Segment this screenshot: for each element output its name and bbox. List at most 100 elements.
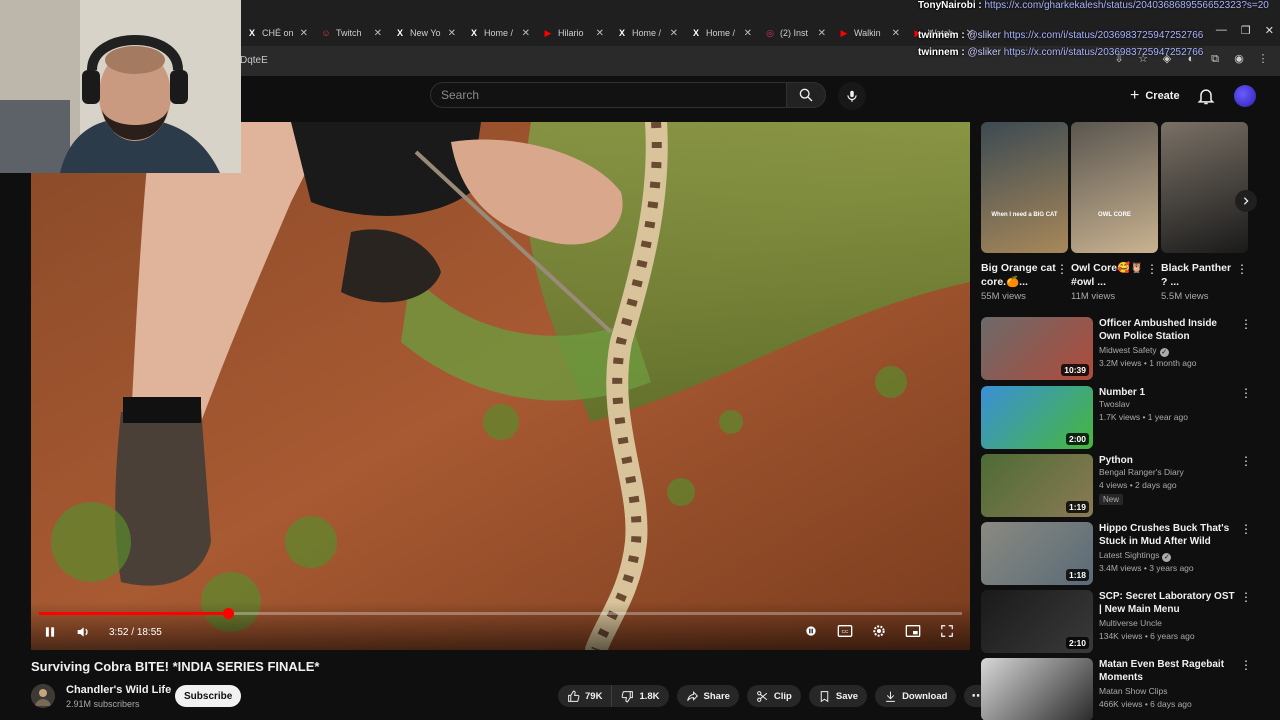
like-button[interactable]: 79K	[558, 685, 613, 707]
more-vertical-icon[interactable]: ⋮	[1240, 454, 1252, 468]
account-avatar[interactable]	[1234, 85, 1256, 107]
recommendation-channel[interactable]: Matan Show Clips	[1099, 686, 1168, 696]
browser-tab[interactable]: X CHÉ on ✕	[240, 21, 314, 45]
video-thumbnail[interactable]: 2:00	[981, 386, 1093, 449]
video-player[interactable]: 3:52 / 18:55 CC	[31, 122, 970, 650]
search-input[interactable]: Search	[430, 82, 786, 108]
tab-close-icon[interactable]: ✕	[374, 28, 382, 39]
save-button[interactable]: Save	[808, 685, 868, 707]
progress-bar[interactable]	[39, 608, 962, 619]
tab-close-icon[interactable]: ✕	[744, 28, 752, 39]
settings-gear-icon[interactable]	[870, 622, 888, 640]
recommendation-title[interactable]: Matan Even Best Ragebait Moments	[1099, 658, 1235, 684]
current-time: 3:52	[109, 626, 129, 638]
notifications-bell-icon[interactable]	[1196, 86, 1216, 106]
pause-icon[interactable]	[43, 625, 57, 639]
subscribe-button[interactable]: Subscribe	[175, 685, 242, 707]
tab-close-icon[interactable]: ✕	[670, 28, 678, 39]
webcam-frame	[0, 0, 241, 173]
recommendation-item[interactable]: 2:00 Number 1 Twoslav 1.7K views • 1 year a…	[981, 386, 1271, 452]
scrubber-handle[interactable]	[223, 608, 235, 619]
tab-close-icon[interactable]: ✕	[818, 28, 826, 39]
more-vertical-icon[interactable]: ⋮	[1240, 590, 1252, 604]
recommendation-title[interactable]: Python	[1099, 454, 1235, 467]
more-vertical-icon[interactable]: ⋮	[1236, 262, 1248, 276]
short-title[interactable]: Black Panther ? ...	[1161, 261, 1237, 289]
recommendation-item[interactable]: 1:18 Hippo Crushes Buck That's Stuck in M…	[981, 522, 1271, 588]
chat-link[interactable]: https://x.com/gharkekalesh/status/204036…	[984, 0, 1268, 11]
browser-tab[interactable]: ▶ Walkin ✕	[832, 21, 906, 45]
recommendation-item[interactable]: 1:19 Python Bengal Ranger's Diary 4 views •…	[981, 454, 1271, 520]
recommendation-title[interactable]: Officer Ambushed Inside Own Police Stati…	[1099, 317, 1235, 343]
tab-close-icon[interactable]: ✕	[892, 28, 900, 39]
video-thumbnail[interactable]: 10:39	[981, 317, 1093, 380]
short-title[interactable]: Big Orange cat core.🍊...	[981, 261, 1057, 289]
captions-icon[interactable]: CC	[836, 622, 854, 640]
chat-link[interactable]: https://x.com/i/status/20369837259472527…	[1004, 30, 1204, 41]
tab-close-icon[interactable]: ✕	[596, 28, 604, 39]
more-vertical-icon[interactable]: ⋮	[1146, 262, 1158, 276]
tab-close-icon[interactable]: ✕	[448, 28, 456, 39]
browser-tab[interactable]: X Home / ✕	[610, 21, 684, 45]
miniplayer-icon[interactable]	[904, 622, 922, 640]
recommendation-title[interactable]: SCP: Secret Laboratory OST | New Main Me…	[1099, 590, 1235, 616]
clip-button[interactable]: Clip	[746, 685, 801, 707]
short-thumbnail[interactable]	[1161, 122, 1248, 253]
tab-close-icon[interactable]: ✕	[522, 28, 530, 39]
recommendation-meta: 134K views • 6 years ago	[1099, 631, 1195, 641]
browser-tab[interactable]: X New Yo ✕	[388, 21, 462, 45]
short-thumbnail[interactable]: OWL CORE	[1071, 122, 1158, 253]
video-title: Surviving Cobra BITE! *INDIA SERIES FINA…	[31, 659, 320, 674]
more-vertical-icon[interactable]: ⋮	[1056, 262, 1068, 276]
short-item[interactable]: OWL CORE Owl Core🥰🦉#owl ... 11M views ⋮	[1071, 122, 1158, 302]
voice-search-button[interactable]	[838, 82, 866, 110]
search-button[interactable]	[786, 82, 826, 108]
channel-label: Matan Show Clips	[1099, 686, 1168, 696]
recommendation-title[interactable]: Hippo Crushes Buck That's Stuck in Mud A…	[1099, 522, 1235, 548]
recommendation-channel[interactable]: Bengal Ranger's Diary	[1099, 467, 1184, 477]
recommendation-title[interactable]: Number 1	[1099, 386, 1235, 399]
short-thumbnail[interactable]: When I need a BIG CAT	[981, 122, 1068, 253]
download-button[interactable]: Download	[875, 685, 957, 707]
fullscreen-icon[interactable]	[938, 622, 956, 640]
shorts-next-button[interactable]	[1235, 190, 1257, 212]
short-views: 55M views	[981, 291, 1026, 302]
chat-link[interactable]: https://x.com/i/status/20369837259472527…	[1004, 47, 1204, 58]
youtube-logo-icon: ▶	[840, 27, 848, 38]
browser-tab[interactable]: ☺ Twitch ✕	[314, 21, 388, 45]
dislike-button[interactable]: 1.8K	[612, 685, 669, 707]
recommendation-meta: 4 views • 2 days ago	[1099, 480, 1177, 490]
autoplay-toggle-icon[interactable]	[802, 622, 820, 640]
recommendation-channel[interactable]: Twoslav	[1099, 399, 1130, 409]
recommendation-channel[interactable]: Latest Sightings ✓	[1099, 550, 1172, 562]
recommendation-channel[interactable]: Midwest Safety ✓	[1099, 345, 1169, 357]
browser-tab[interactable]: ▶ Hilario ✕	[536, 21, 610, 45]
browser-tab[interactable]: X Home / ✕	[462, 21, 536, 45]
more-vertical-icon[interactable]: ⋮	[1240, 317, 1252, 331]
channel-avatar[interactable]	[31, 684, 55, 708]
video-thumbnail[interactable]: 2:10	[981, 590, 1093, 653]
more-vertical-icon[interactable]: ⋮	[1240, 386, 1252, 400]
browser-tab[interactable]: X Home / ✕	[684, 21, 758, 45]
browser-tab[interactable]: ◎ (2) Inst ✕	[758, 21, 832, 45]
video-thumbnail[interactable]: 1:18	[981, 522, 1093, 585]
recommendation-channel[interactable]: Multiverse Uncle	[1099, 618, 1162, 628]
share-label: Share	[703, 690, 730, 702]
video-thumbnail[interactable]	[981, 658, 1093, 720]
channel-name[interactable]: Chandler's Wild Life	[66, 684, 171, 696]
volume-icon[interactable]	[75, 624, 91, 640]
url-text[interactable]: DqteE	[240, 55, 268, 66]
recommendation-item[interactable]: 10:39 Officer Ambushed Inside Own Police …	[981, 317, 1271, 383]
short-item[interactable]: When I need a BIG CAT Big Orange cat core…	[981, 122, 1068, 302]
short-title[interactable]: Owl Core🥰🦉#owl ...	[1071, 261, 1147, 289]
recommendation-item[interactable]: Matan Even Best Ragebait Moments Matan Sh…	[981, 658, 1271, 720]
share-button[interactable]: Share	[676, 685, 739, 707]
more-vertical-icon[interactable]: ⋮	[1240, 522, 1252, 536]
short-item[interactable]: Black Panther ? ... 5.5M views ⋮	[1161, 122, 1248, 302]
create-button[interactable]: + Create	[1124, 84, 1186, 108]
tab-close-icon[interactable]: ✕	[300, 28, 308, 39]
video-thumbnail[interactable]: 1:19	[981, 454, 1093, 517]
thumbs-up-icon	[568, 690, 580, 702]
more-vertical-icon[interactable]: ⋮	[1240, 658, 1252, 672]
recommendation-item[interactable]: 2:10 SCP: Secret Laboratory OST | New Mai…	[981, 590, 1271, 656]
